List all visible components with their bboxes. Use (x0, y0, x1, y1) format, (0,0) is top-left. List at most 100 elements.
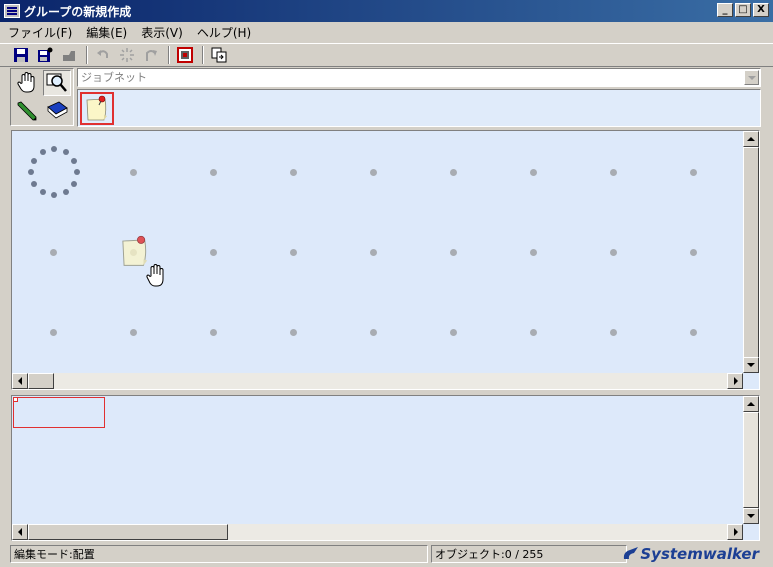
sparkle-button[interactable] (116, 45, 138, 65)
toolbar-separator (202, 46, 204, 64)
grid-dot (450, 329, 457, 336)
grid-dot (370, 329, 377, 336)
toolbar-separator (168, 46, 170, 64)
loading-ring-dot (28, 169, 34, 175)
grid-dot (690, 249, 697, 256)
loading-ring-dot (31, 157, 38, 164)
properties-icon (177, 47, 193, 63)
object-count-status: オブジェクト:0 / 255 (431, 545, 627, 563)
logo-text: Systemwalker (640, 545, 759, 563)
scroll-down-button[interactable] (743, 357, 759, 373)
systemwalker-logo: Systemwalker (622, 544, 759, 564)
title-bar: グループの新規作成 _ □ X (0, 0, 773, 22)
menu-bar: ファイル(F) 編集(E) 表示(V) ヘルプ(H) (0, 22, 773, 42)
copy-icon (211, 47, 227, 63)
loading-ring-dot (39, 188, 46, 195)
stamp-icon (63, 51, 75, 61)
canvas-horizontal-scrollbar[interactable] (12, 373, 743, 389)
loading-ring-icon (26, 145, 84, 201)
loading-ring-dot (62, 149, 69, 156)
overview-handle[interactable] (13, 397, 18, 402)
grid-dot (130, 169, 137, 176)
loading-ring-dot (31, 180, 38, 187)
grid-dot (370, 249, 377, 256)
magnifier-tool-button[interactable] (43, 70, 71, 96)
hand-tool-button[interactable] (13, 70, 41, 96)
redo-icon (146, 50, 157, 61)
icon-strip (77, 89, 761, 127)
overview-horizontal-scrollbar[interactable] (12, 524, 743, 540)
menu-file[interactable]: ファイル(F) (0, 24, 78, 41)
properties-button[interactable] (174, 45, 196, 65)
pencil-tool-button[interactable] (13, 98, 41, 124)
save-as-button[interactable] (34, 45, 56, 65)
scroll-down-button[interactable] (743, 508, 759, 524)
grid-dot (210, 169, 217, 176)
grid-dot (50, 249, 57, 256)
menu-edit[interactable]: 編集(E) (78, 24, 133, 41)
grid-dot (530, 329, 537, 336)
grid-dot (370, 169, 377, 176)
overview-pane[interactable] (11, 395, 760, 541)
editor-canvas[interactable] (11, 130, 760, 390)
stamp-button[interactable] (58, 45, 80, 65)
grid-dot (610, 249, 617, 256)
logo-mark-icon (624, 547, 639, 559)
menu-help[interactable]: ヘルプ(H) (189, 24, 257, 41)
undo-button[interactable] (92, 45, 114, 65)
menu-view[interactable]: 表示(V) (133, 24, 189, 41)
sparkle-icon (120, 48, 134, 62)
grid-dot (450, 169, 457, 176)
toolbar (0, 43, 773, 67)
overview-viewport-frame[interactable] (13, 397, 105, 428)
pencil-icon (17, 101, 37, 121)
save-button[interactable] (10, 45, 32, 65)
scroll-thumb[interactable] (743, 147, 759, 359)
scroll-left-button[interactable] (12, 524, 28, 540)
edit-mode-status: 編集モード:配置 (10, 545, 428, 563)
loading-ring-dot (51, 146, 57, 152)
loading-ring-dot (51, 192, 57, 198)
hand-cursor-icon (146, 263, 164, 287)
undo-icon (97, 50, 108, 58)
loading-ring-dot (70, 180, 77, 187)
redo-button[interactable] (140, 45, 162, 65)
scroll-up-button[interactable] (743, 131, 759, 147)
close-button[interactable]: X (753, 3, 769, 17)
chevron-down-icon[interactable] (744, 70, 759, 85)
grid-dot (450, 249, 457, 256)
loading-ring-dot (74, 169, 80, 175)
scroll-thumb[interactable] (743, 412, 759, 508)
canvas-vertical-scrollbar[interactable] (743, 131, 759, 373)
grid-dot (290, 169, 297, 176)
overview-vertical-scrollbar[interactable] (743, 396, 759, 524)
hand-icon (17, 71, 35, 93)
scroll-thumb[interactable] (28, 373, 54, 389)
app-icon[interactable] (4, 4, 20, 18)
grid-dot (610, 169, 617, 176)
scroll-right-button[interactable] (727, 373, 743, 389)
grid-dot (530, 169, 537, 176)
scroll-thumb[interactable] (28, 524, 228, 540)
minimize-button[interactable]: _ (717, 3, 733, 17)
status-bar: 編集モード:配置 オブジェクト:0 / 255 Systemwalker (0, 544, 773, 567)
scroll-up-button[interactable] (743, 396, 759, 412)
book-tool-button[interactable] (43, 98, 71, 124)
pinned-note-icon (86, 95, 107, 120)
maximize-button[interactable]: □ (735, 3, 751, 17)
scroll-left-button[interactable] (12, 373, 28, 389)
grid-dot (530, 249, 537, 256)
grid-dot (130, 329, 137, 336)
toolbar-separator (86, 46, 88, 64)
book-icon (47, 101, 68, 119)
grid-dot (690, 169, 697, 176)
grid-dot (50, 329, 57, 336)
grid-dot (690, 329, 697, 336)
tool-palette (10, 68, 74, 126)
scroll-right-button[interactable] (727, 524, 743, 540)
category-combo[interactable]: ジョブネット (77, 68, 761, 87)
save-icon (14, 48, 28, 62)
copy-button[interactable] (208, 45, 230, 65)
strip-item-note[interactable] (80, 92, 114, 125)
window-title: グループの新規作成 (24, 4, 132, 19)
